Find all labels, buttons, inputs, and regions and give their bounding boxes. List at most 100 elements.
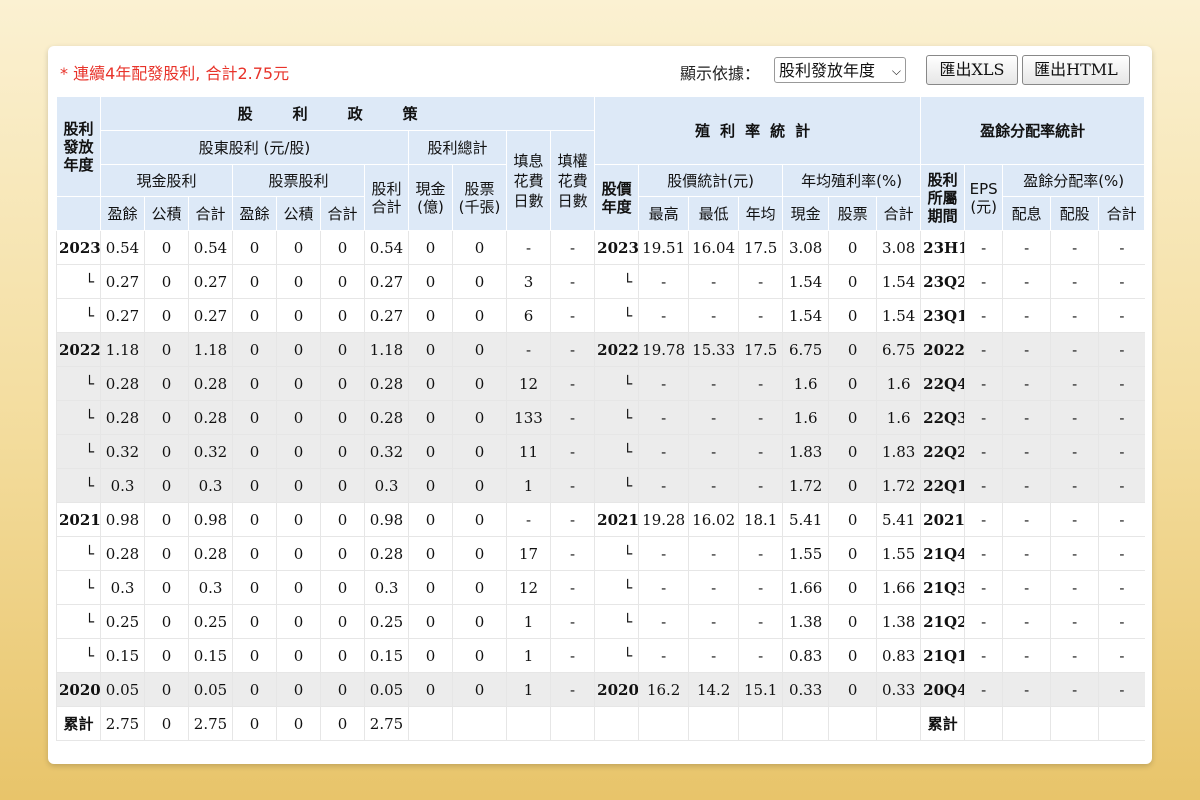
header-cash-surplus: 盈餘 [100, 196, 145, 231]
table-cell: - [1098, 604, 1145, 639]
table-cell: 0 [828, 332, 877, 367]
table-cell: - [688, 604, 739, 639]
table-cell: 19.51 [638, 230, 689, 265]
table-cell: - [638, 570, 689, 605]
table-cell: 0.27 [364, 298, 409, 333]
table-cell: 0.32 [188, 434, 233, 469]
table-cell: 0 [144, 502, 189, 537]
table-cell: 0 [144, 298, 189, 333]
table-cell: - [738, 434, 783, 469]
table-cell: 15.1 [738, 672, 783, 707]
table-cell: 0 [408, 332, 453, 367]
table-row: └ 0.15 0 0.15 0 0 0 0.15 0 0 1- └ - - -0.83 0 0.83 21Q1- -… [56, 638, 1145, 673]
table-cell: 0 [408, 502, 453, 537]
table-cell: 2022 [56, 332, 101, 367]
table-cell: - [1098, 468, 1145, 503]
table-cell: 22Q4 [920, 366, 965, 401]
table-cell: 0.15 [364, 638, 409, 673]
table-cell: 0 [144, 264, 189, 299]
table-cell: - [1098, 264, 1145, 299]
table-cell: 0.28 [188, 400, 233, 435]
table-cell: 0 [320, 502, 365, 537]
table-cell: - [549, 230, 595, 265]
header-cash-100m: 現金 (億) [408, 164, 453, 231]
table-cell: - [638, 434, 689, 469]
table-cell: - [1050, 400, 1099, 435]
table-cell: - [964, 298, 1003, 333]
table-cell: - [738, 468, 783, 503]
table-row: └ 0.3 0 0.3 0 0 0 0.3 0 0 1- └ - - -1.72 0 1.72 22Q1- - - - [56, 468, 1145, 503]
table-cell: 16.04 [688, 230, 739, 265]
table-cell: 0 [320, 298, 365, 333]
table-cell: - [1050, 264, 1099, 299]
table-cell [549, 706, 595, 741]
header-dividend-total: 股利總計 [408, 130, 507, 165]
table-cell: - [1002, 570, 1051, 605]
chevron-down-icon: ⌵ [891, 64, 901, 78]
table-cell [1098, 706, 1145, 741]
table-cell: 12 [506, 570, 551, 605]
table-cell: 0 [276, 536, 321, 571]
table-cell: 2.75 [364, 706, 409, 741]
table-cell: └ [56, 400, 101, 435]
table-cell: 0.3 [188, 468, 233, 503]
display-by-label: 顯示依據： [680, 64, 761, 83]
table-cell: 0.98 [100, 502, 145, 537]
table-cell: 0 [408, 434, 453, 469]
table-cell: 2020 [594, 672, 639, 707]
table-cell: 0 [144, 638, 189, 673]
table-cell: 0 [828, 502, 877, 537]
table-cell: 22Q1 [920, 468, 965, 503]
table-cell: 22Q2 [920, 434, 965, 469]
table-cell: - [1002, 230, 1051, 265]
display-by-select[interactable]: 股利發放年度 ⌵ [774, 57, 906, 83]
table-cell: 0 [144, 366, 189, 401]
table-cell: └ [594, 468, 639, 503]
table-cell: 6.75 [876, 332, 921, 367]
table-cell: 21Q2 [920, 604, 965, 639]
table-cell: 0 [276, 604, 321, 639]
table-cell: └ [594, 434, 639, 469]
table-cell: - [1050, 536, 1099, 571]
table-cell: 0 [408, 366, 453, 401]
table-cell: - [688, 366, 739, 401]
table-cell: └ [56, 434, 101, 469]
table-cell: 12 [506, 366, 551, 401]
table-cell: - [964, 604, 1003, 639]
table-cell: 0 [452, 672, 507, 707]
table-cell: 0.28 [100, 536, 145, 571]
table-cell: - [549, 400, 595, 435]
table-cell [876, 706, 921, 741]
table-cell: 2023 [56, 230, 101, 265]
export-xls-button[interactable]: 匯出XLS [926, 55, 1018, 85]
table-cell: - [688, 298, 739, 333]
table-cell: 1.55 [782, 536, 829, 571]
table-cell: - [638, 536, 689, 571]
table-cell: 0 [144, 332, 189, 367]
dividend-notice: * 連續4年配發股利, 合計2.75元 [60, 64, 290, 83]
dividend-table: 股利發放年度 股利政策 殖利率統計 盈餘分配率統計 股東股利 (元/股) 股利總… [56, 96, 1146, 741]
table-cell: - [1002, 536, 1051, 571]
table-cell: - [1098, 434, 1145, 469]
table-cell: 23Q1 [920, 298, 965, 333]
table-cell: └ [594, 536, 639, 571]
table-cell: 0.83 [876, 638, 921, 673]
table-cell [506, 706, 551, 741]
table-cell: 0 [828, 672, 877, 707]
table-cell: 0 [232, 366, 277, 401]
table-cell [594, 706, 639, 741]
table-cell: - [1002, 502, 1051, 537]
table-cell: 15.33 [688, 332, 739, 367]
header-year: 股利發放年度 [56, 96, 101, 197]
table-cell: 1.66 [876, 570, 921, 605]
export-html-button[interactable]: 匯出HTML [1022, 55, 1130, 85]
table-cell: 6 [506, 298, 551, 333]
table-cell: 19.78 [638, 332, 689, 367]
table-cell [1050, 706, 1099, 741]
table-cell: - [506, 332, 551, 367]
table-cell: 1.6 [876, 366, 921, 401]
table-cell: 0 [452, 366, 507, 401]
table-cell: 0.25 [100, 604, 145, 639]
header-fill-rights-days: 填權花費日數 [549, 130, 596, 231]
table-cell: 0 [828, 366, 877, 401]
